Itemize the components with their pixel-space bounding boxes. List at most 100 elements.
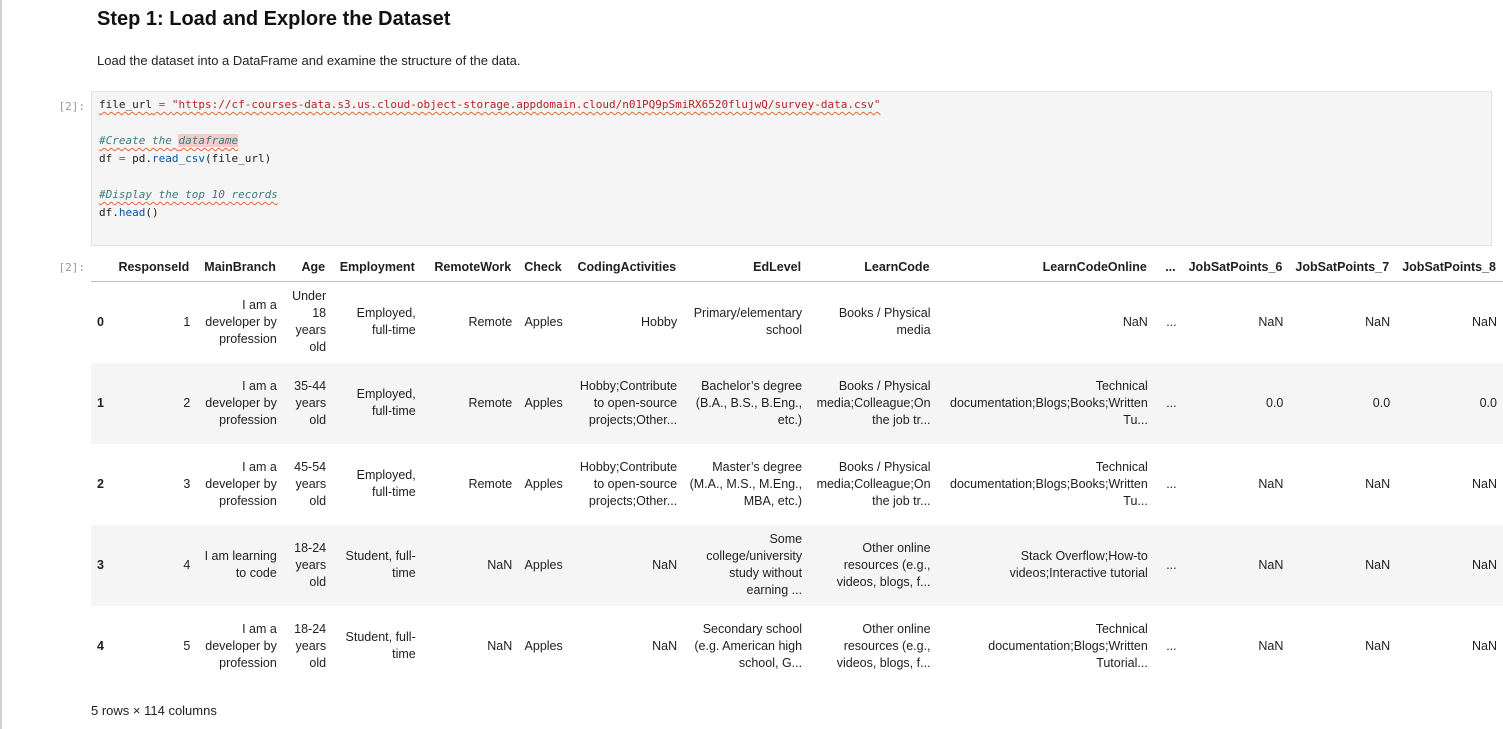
table-cell: Other online resources (e.g., videos, bl… xyxy=(836,621,931,670)
table-cell: ... xyxy=(1166,638,1177,653)
table-cell: Primary/elementary school xyxy=(693,306,803,338)
table-cell: I am a developer by profession xyxy=(205,459,277,508)
table-cell: ... xyxy=(1166,476,1177,491)
table-cell: Remote xyxy=(468,476,513,491)
table-cell: Employed, full-time xyxy=(356,387,416,418)
table-cell: NaN xyxy=(1365,476,1391,491)
column-header: Age xyxy=(282,253,333,282)
notebook-frame: Step 1: Load and Explore the Dataset Loa… xyxy=(0,0,1503,729)
table-cell: Technical documentation;Blogs;Books;Writ… xyxy=(950,459,1148,508)
table-cell: NaN xyxy=(1365,314,1391,329)
code-comment-2: #Display the top 10 records xyxy=(99,188,278,201)
table-cell: Books / Physical media;Colleague;On the … xyxy=(816,378,931,427)
table-cell: Hobby;Contribute to open-source projects… xyxy=(579,459,678,508)
table-cell: Apples xyxy=(524,314,563,329)
column-header: ResponseId xyxy=(112,253,197,282)
table-header-row: ResponseId MainBranch Age Employment Rem… xyxy=(91,253,1503,282)
code-comment-1: #Create the dataframe xyxy=(99,134,239,147)
table-cell: NaN xyxy=(1258,557,1284,572)
code-line-1: file_url = "https://cf-courses-data.s3.u… xyxy=(99,98,881,111)
table-cell: Some college/university study without ea… xyxy=(706,532,803,597)
table-row: 3 4 I am learning to code 18-24 years ol… xyxy=(91,524,1503,606)
table-cell: 1 xyxy=(183,314,191,329)
table-cell: Under 18 years old xyxy=(292,289,327,355)
markdown-paragraph: Load the dataset into a DataFrame and ex… xyxy=(97,53,521,68)
column-header-index xyxy=(91,253,113,282)
table-cell: Stack Overflow;How-to videos;Interactive… xyxy=(1009,549,1148,580)
table-cell: 2 xyxy=(183,395,191,410)
column-header: LearnCode xyxy=(808,253,937,282)
row-index: 0 xyxy=(97,314,104,329)
row-index: 1 xyxy=(97,395,104,410)
markdown-heading: Step 1: Load and Explore the Dataset xyxy=(97,8,451,30)
column-header: MainBranch xyxy=(196,253,283,282)
output-prompt: [2]: xyxy=(58,261,86,274)
table-cell: NaN xyxy=(1258,314,1284,329)
table-cell: NaN xyxy=(1471,314,1497,329)
table-cell: 0.0 xyxy=(1266,395,1284,410)
table-cell: 18-24 years old xyxy=(294,621,327,670)
table-cell: 4 xyxy=(183,557,191,572)
column-header: JobSatPoints_6 xyxy=(1182,253,1290,282)
table-cell: I am a developer by profession xyxy=(205,378,277,427)
table-cell: Secondary school (e.g. American high sch… xyxy=(694,621,803,670)
table-cell: ... xyxy=(1166,557,1177,572)
column-header: Check xyxy=(518,253,569,282)
table-cell: Master’s degree (M.A., M.S., M.Eng., MBA… xyxy=(689,459,803,508)
table-row: 1 2 I am a developer by profession 35-44… xyxy=(91,362,1503,444)
table-cell: NaN xyxy=(1258,638,1284,653)
table-cell: I am learning to code xyxy=(204,549,277,580)
table-cell: I am a developer by profession xyxy=(205,297,277,346)
table-cell: Hobby xyxy=(641,314,678,329)
table-cell: ... xyxy=(1166,395,1177,410)
table-cell: Remote xyxy=(468,314,513,329)
table-cell: Bachelor’s degree (B.A., B.S., B.Eng., e… xyxy=(695,378,803,427)
table-row: 4 5 I am a developer by profession 18-24… xyxy=(91,606,1503,687)
table-cell: Books / Physical media xyxy=(838,306,931,338)
table-cell: Student, full-time xyxy=(345,630,416,661)
column-header: RemoteWork xyxy=(421,253,519,282)
table-cell: NaN xyxy=(1471,557,1497,572)
table-cell: Student, full-time xyxy=(345,549,416,580)
table-cell: Employed, full-time xyxy=(356,306,416,338)
column-header-ellipsis: ... xyxy=(1153,253,1183,282)
table-cell: 18-24 years old xyxy=(294,540,327,589)
table-cell: Remote xyxy=(468,395,513,410)
table-cell: NaN xyxy=(1471,476,1497,491)
column-header: EdLevel xyxy=(683,253,809,282)
table-cell: 3 xyxy=(183,476,191,491)
code-cell-editor[interactable]: file_url = "https://cf-courses-data.s3.u… xyxy=(91,91,1492,246)
code-line-3: df.head() xyxy=(99,206,159,219)
table-cell: Apples xyxy=(524,395,563,410)
table-cell: Apples xyxy=(524,476,563,491)
table-cell: ... xyxy=(1166,314,1177,329)
table-cell: Books / Physical media;Colleague;On the … xyxy=(816,459,931,508)
table-cell: Apples xyxy=(524,638,563,653)
input-prompt: [2]: xyxy=(58,100,86,113)
table-cell: I am a developer by profession xyxy=(205,621,277,670)
table-cell: Hobby;Contribute to open-source projects… xyxy=(579,378,678,427)
table-cell: NaN xyxy=(1122,314,1148,329)
table-cell: Employed, full-time xyxy=(356,468,416,499)
table-cell: NaN xyxy=(487,557,513,572)
column-header: JobSatPoints_8 xyxy=(1396,253,1503,282)
row-index: 2 xyxy=(97,476,104,491)
column-header: JobSatPoints_7 xyxy=(1289,253,1397,282)
column-header: LearnCodeOnline xyxy=(936,253,1154,282)
row-index: 4 xyxy=(97,638,104,653)
table-cell: Apples xyxy=(524,557,563,572)
table-cell: NaN xyxy=(1471,638,1497,653)
column-header: CodingActivities xyxy=(568,253,684,282)
table-cell: 35-44 years old xyxy=(294,378,327,427)
table-cell: NaN xyxy=(1365,557,1391,572)
table-cell: NaN xyxy=(652,638,678,653)
table-cell: NaN xyxy=(487,638,513,653)
table-cell: 0.0 xyxy=(1479,395,1497,410)
table-row: 0 1 I am a developer by profession Under… xyxy=(91,282,1503,363)
table-cell: Technical documentation;Blogs;Books;Writ… xyxy=(950,378,1148,427)
dataframe-table: ResponseId MainBranch Age Employment Rem… xyxy=(91,253,1503,687)
table-cell: Other online resources (e.g., videos, bl… xyxy=(836,540,931,589)
row-index: 3 xyxy=(97,557,104,572)
table-cell: 45-54 years old xyxy=(294,459,327,508)
code-line-2: df = pd.read_csv(file_url) xyxy=(99,152,272,165)
